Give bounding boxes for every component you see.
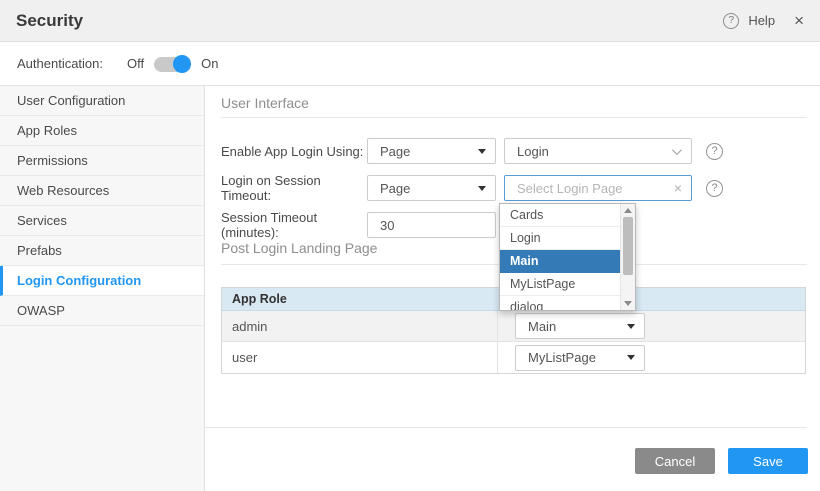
dropdown-option-main[interactable]: Main	[500, 250, 620, 273]
login-on-timeout-type-select[interactable]: Page	[367, 175, 496, 201]
sidebar-item-login-configuration[interactable]: Login Configuration	[0, 266, 204, 296]
caret-down-icon	[478, 149, 486, 154]
sidebar: User Configuration App Roles Permissions…	[0, 86, 205, 491]
user-landing-page-value: MyListPage	[528, 350, 596, 365]
role-cell: user	[222, 342, 498, 373]
sidebar-item-owasp[interactable]: OWASP	[0, 296, 204, 326]
login-on-timeout-type-value: Page	[380, 181, 410, 196]
chevron-down-icon	[672, 145, 682, 155]
toggle-on-label: On	[201, 56, 218, 71]
caret-down-icon	[478, 186, 486, 191]
scrollbar-thumb[interactable]	[623, 217, 633, 275]
clear-icon[interactable]: ×	[674, 180, 682, 196]
authentication-label: Authentication:	[17, 56, 103, 71]
login-page-dropdown: Cards Login Main MyListPage dialog	[499, 203, 636, 311]
sidebar-item-user-configuration[interactable]: User Configuration	[0, 86, 204, 116]
authentication-bar: Authentication: Off On	[0, 42, 820, 86]
user-landing-page-select[interactable]: MyListPage	[515, 345, 645, 371]
admin-landing-page-select[interactable]: Main	[515, 313, 645, 339]
section-heading-post-login: Post Login Landing Page	[221, 240, 377, 256]
session-timeout-label: Session Timeout (minutes):	[221, 210, 367, 240]
save-button[interactable]: Save	[728, 448, 808, 474]
admin-landing-page-value: Main	[528, 319, 556, 334]
scroll-up-icon[interactable]	[624, 208, 632, 213]
toggle-knob	[173, 55, 191, 73]
divider	[221, 117, 807, 118]
footer-divider	[205, 427, 807, 428]
security-dialog: Security ? Help × Authentication: Off On…	[0, 0, 820, 491]
section-heading-user-interface: User Interface	[221, 95, 309, 111]
landing-page-cell: MyListPage	[498, 342, 805, 373]
dropdown-scrollbar[interactable]	[620, 204, 635, 310]
session-timeout-input[interactable]	[367, 212, 496, 238]
title-bar: Security ? Help ×	[0, 0, 820, 42]
main-panel: User Interface Enable App Login Using: P…	[205, 86, 820, 491]
enable-app-login-type-value: Page	[380, 144, 410, 159]
footer-actions: Cancel Save	[635, 448, 808, 474]
help-link[interactable]: Help	[748, 13, 775, 28]
dropdown-option-mylistpage[interactable]: MyListPage	[500, 273, 620, 296]
login-page-search-wrap: ×	[496, 175, 692, 201]
sidebar-item-web-resources[interactable]: Web Resources	[0, 176, 204, 206]
page-title: Security	[16, 11, 83, 31]
enable-app-login-page-value: Login	[517, 144, 549, 159]
help-icon[interactable]: ?	[723, 13, 739, 29]
app-role-column-header: App Role	[222, 292, 498, 306]
cancel-button[interactable]: Cancel	[635, 448, 715, 474]
form-row-login-on-timeout: Login on Session Timeout: Page × ?	[221, 175, 807, 201]
close-icon[interactable]: ×	[794, 11, 804, 31]
authentication-toggle[interactable]	[154, 55, 191, 73]
dropdown-option-login[interactable]: Login	[500, 227, 620, 250]
dropdown-option-dialog[interactable]: dialog	[500, 296, 620, 311]
toggle-off-label: Off	[127, 56, 144, 71]
sidebar-item-prefabs[interactable]: Prefabs	[0, 236, 204, 266]
enable-app-login-label: Enable App Login Using:	[221, 144, 367, 159]
login-page-search-input[interactable]	[504, 175, 692, 201]
sidebar-item-app-roles[interactable]: App Roles	[0, 116, 204, 146]
dropdown-options: Cards Login Main MyListPage dialog	[500, 204, 620, 311]
role-cell: admin	[222, 311, 498, 341]
dropdown-option-cards[interactable]: Cards	[500, 204, 620, 227]
enable-app-login-type-select[interactable]: Page	[367, 138, 496, 164]
enable-app-login-page-select[interactable]: Login	[504, 138, 692, 164]
caret-down-icon	[627, 324, 635, 329]
sidebar-item-services[interactable]: Services	[0, 206, 204, 236]
scroll-down-icon[interactable]	[624, 301, 632, 306]
caret-down-icon	[627, 355, 635, 360]
login-on-timeout-help-icon[interactable]: ?	[706, 180, 723, 197]
enable-app-login-help-icon[interactable]: ?	[706, 143, 723, 160]
form-row-enable-app-login: Enable App Login Using: Page Login ?	[221, 138, 807, 164]
sidebar-item-permissions[interactable]: Permissions	[0, 146, 204, 176]
authentication-toggle-group: Off On	[127, 55, 218, 73]
titlebar-actions: ? Help ×	[723, 11, 804, 31]
login-on-timeout-label: Login on Session Timeout:	[221, 173, 367, 203]
landing-page-cell: Main	[498, 311, 805, 341]
table-row-user: user MyListPage	[222, 342, 805, 373]
table-row-admin: admin Main	[222, 311, 805, 342]
